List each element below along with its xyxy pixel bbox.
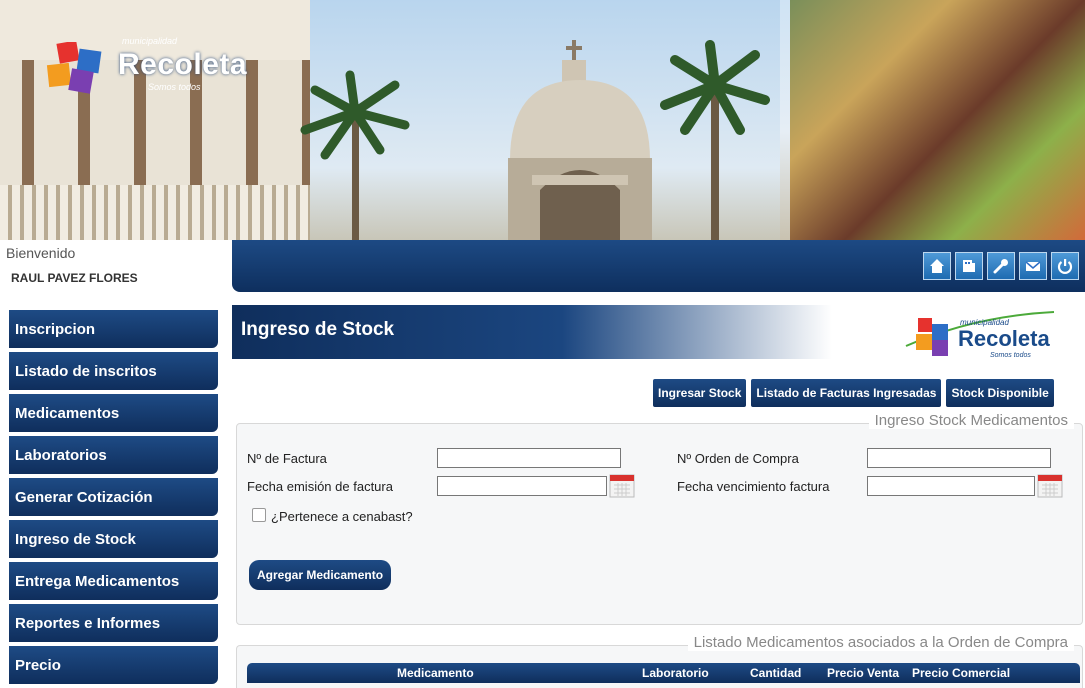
top-icon-group: [923, 252, 1079, 280]
tab-stock-disponible[interactable]: Stock Disponible: [946, 379, 1054, 407]
keyboard-icon[interactable]: [955, 252, 983, 280]
column-header-precio-comercial[interactable]: Precio Comercial: [912, 666, 1010, 680]
recoleta-logo[interactable]: municipalidad Recoleta Somos todos: [44, 30, 247, 100]
tab-bar: Ingresar Stock Listado de Facturas Ingre…: [653, 379, 1054, 407]
wrench-icon[interactable]: [987, 252, 1015, 280]
form-legend: Ingreso Stock Medicamentos: [868, 412, 1074, 429]
sidebar-item-precio[interactable]: Precio: [9, 646, 218, 684]
palm-tree-image: [300, 70, 410, 240]
logo-name: Recoleta: [958, 326, 1050, 351]
logo-tagline: Somos todos: [990, 352, 1031, 359]
palm-tree-image-2: [660, 40, 770, 240]
agregar-medicamento-button[interactable]: Agregar Medicamento: [249, 560, 392, 590]
banner-chapel-image: [508, 40, 652, 240]
banner-market-image: [790, 0, 1085, 240]
mail-icon[interactable]: [1019, 252, 1047, 280]
logo-mark-icon: [46, 42, 102, 94]
sidebar-item-entrega-medicamentos[interactable]: Entrega Medicamentos: [9, 562, 218, 600]
logo-name: Recoleta: [118, 48, 248, 81]
orden-compra-label: Nº Orden de Compra: [677, 451, 799, 466]
factura-label: Nº de Factura: [247, 451, 327, 466]
home-icon[interactable]: [923, 252, 951, 280]
column-header-precio-venta[interactable]: Precio Venta: [827, 666, 899, 680]
sidebar-item-generar-cotizacion[interactable]: Generar Cotización: [9, 478, 218, 516]
column-header-medicamento[interactable]: Medicamento: [397, 666, 474, 680]
sidebar-item-inscripcion[interactable]: Inscripcion: [9, 310, 218, 348]
table-header: Medicamento Laboratorio Cantidad Precio …: [247, 663, 1080, 683]
sidebar-menu: Inscripcion Listado de inscritos Medicam…: [9, 310, 218, 688]
power-icon[interactable]: [1051, 252, 1079, 280]
sidebar-item-listado-inscritos[interactable]: Listado de inscritos: [9, 352, 218, 390]
calendar-icon[interactable]: [1037, 472, 1063, 498]
cenabast-label: ¿Pertenece a cenabast?: [271, 509, 413, 524]
ingreso-stock-form: Ingreso Stock Medicamentos Nº de Factura…: [236, 412, 1083, 625]
fecha-vencimiento-label: Fecha vencimiento factura: [677, 479, 830, 494]
listado-medicamentos-panel: Listado Medicamentos asociados a la Orde…: [236, 634, 1083, 688]
orden-compra-input[interactable]: [867, 448, 1051, 468]
logo-small-text: municipalidad: [122, 36, 178, 46]
column-header-laboratorio[interactable]: Laboratorio: [642, 666, 709, 680]
listado-legend: Listado Medicamentos asociados a la Orde…: [687, 634, 1074, 651]
welcome-label: Bienvenido: [6, 245, 76, 261]
sidebar-item-ingreso-stock[interactable]: Ingreso de Stock: [9, 520, 218, 558]
tab-listado-facturas[interactable]: Listado de Facturas Ingresadas: [751, 379, 942, 407]
fecha-emision-input[interactable]: [437, 476, 607, 496]
fecha-vencimiento-input[interactable]: [867, 476, 1035, 496]
user-name: RAUL PAVEZ FLORES: [11, 271, 138, 285]
sidebar-item-laboratorios[interactable]: Laboratorios: [9, 436, 218, 474]
tab-ingresar-stock[interactable]: Ingresar Stock: [653, 379, 747, 407]
sidebar-item-medicamentos[interactable]: Medicamentos: [9, 394, 218, 432]
factura-input[interactable]: [437, 448, 621, 468]
page-title-bar: Ingreso de Stock: [232, 305, 832, 359]
logo-tagline: Somos todos: [148, 82, 201, 92]
page-title: Ingreso de Stock: [241, 319, 395, 340]
calendar-icon[interactable]: [609, 472, 635, 498]
header-banner: municipalidad Recoleta Somos todos: [0, 0, 1085, 240]
cenabast-checkbox[interactable]: [252, 508, 266, 522]
fecha-emision-label: Fecha emisión de factura: [247, 479, 393, 494]
sidebar-item-reportes-informes[interactable]: Reportes e Informes: [9, 604, 218, 642]
column-header-cantidad[interactable]: Cantidad: [750, 666, 801, 680]
recoleta-logo-small: municipalidad Recoleta Somos todos: [904, 304, 1074, 364]
top-nav-bar: [232, 240, 1085, 292]
